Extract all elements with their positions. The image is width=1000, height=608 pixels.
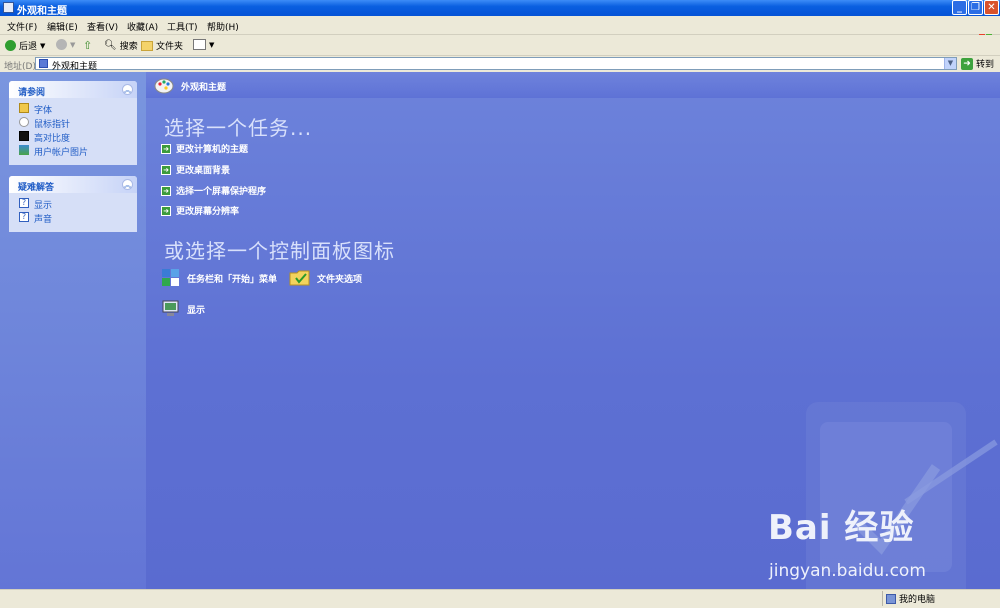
go-button[interactable]: ➜ 转到 xyxy=(961,57,994,70)
link-user-picture[interactable]: 用户帐户图片 xyxy=(9,143,137,158)
go-arrow-icon: ➜ xyxy=(961,57,973,70)
search-button[interactable]: 🔍︎ 搜索 xyxy=(104,39,138,52)
title-bar: 外观和主题 _ ❐ ✕ xyxy=(0,0,1000,17)
views-button[interactable]: ▼ xyxy=(193,39,214,50)
task-label: 更改屏幕分辨率 xyxy=(176,207,240,217)
status-bar: 我的电脑 xyxy=(0,589,1000,608)
task-arrow-icon: ➜ xyxy=(161,164,171,175)
views-icon xyxy=(193,39,206,50)
see-also-title: 请参阅 xyxy=(18,88,46,98)
up-button[interactable]: ⇧ xyxy=(83,39,92,52)
troubleshoot-title: 疑难解答 xyxy=(18,183,55,193)
task-arrow-icon: ➜ xyxy=(161,205,171,216)
display-label: 显示 xyxy=(187,305,206,316)
address-dropdown-icon[interactable]: ▼ xyxy=(944,58,956,69)
high-contrast-icon xyxy=(19,131,29,141)
task-screensaver[interactable]: ➜ 选择一个屏幕保护程序 xyxy=(161,184,266,197)
content-header: 外观和主题 xyxy=(146,72,1000,98)
mouse-icon xyxy=(19,117,29,127)
task-label: 更改计算机的主题 xyxy=(176,145,249,155)
control-panel-icon xyxy=(39,59,48,68)
see-also-header[interactable]: 请参阅 ︽ xyxy=(9,81,137,98)
baidu-watermark-logo: Bai 经验 xyxy=(768,508,915,548)
user-picture-icon xyxy=(19,145,29,155)
forward-arrow-icon xyxy=(56,39,67,50)
restore-button[interactable]: ❐ xyxy=(968,0,983,15)
folders-label: 文件夹 xyxy=(156,42,184,52)
folder-options-icon xyxy=(289,270,310,286)
link-sound-help[interactable]: ? 声音 xyxy=(9,210,137,225)
close-button[interactable]: ✕ xyxy=(984,0,999,15)
troubleshoot-panel: 疑难解答 ︽ ? 显示 ? 声音 xyxy=(9,176,137,232)
menu-file[interactable]: 文件(F) xyxy=(7,20,37,33)
menu-view[interactable]: 查看(V) xyxy=(87,20,118,33)
folders-button[interactable]: 文件夹 xyxy=(141,39,183,52)
collapse-chevron-icon[interactable]: ︽ xyxy=(122,84,133,95)
task-pane: 请参阅 ︽ 字体 鼠标指针 高对比度 用户帐户图片 疑难解答 ︽ ? 显示 ? … xyxy=(0,72,146,589)
window-title: 外观和主题 xyxy=(17,6,67,17)
dropdown-arrow-icon: ▼ xyxy=(40,41,46,50)
address-label: 地址(D) xyxy=(4,62,36,72)
go-label: 转到 xyxy=(976,60,995,70)
taskbar-start-menu-label: 任务栏和「开始」菜单 xyxy=(187,274,278,285)
up-folder-icon: ⇧ xyxy=(83,39,93,52)
back-button[interactable]: 后退 ▼ xyxy=(5,39,45,52)
menu-bar: 文件(F) 编辑(E) 查看(V) 收藏(A) 工具(T) 帮助(H) xyxy=(0,16,1000,45)
fonts-folder-icon xyxy=(19,103,29,113)
folder-options-label: 文件夹选项 xyxy=(317,274,363,285)
appearance-themes-icon xyxy=(154,78,174,94)
menu-favorites[interactable]: 收藏(A) xyxy=(127,20,158,33)
task-change-background[interactable]: ➜ 更改桌面背景 xyxy=(161,163,230,176)
search-icon: 🔍︎ xyxy=(104,40,117,51)
taskbar-start-menu-item[interactable]: 任务栏和「开始」菜单 xyxy=(161,268,277,288)
help-icon: ? xyxy=(19,198,29,208)
folder-options-item[interactable]: 文件夹选项 xyxy=(289,268,362,288)
menu-tools[interactable]: 工具(T) xyxy=(167,20,198,33)
folder-icon xyxy=(141,40,153,51)
link-display-help[interactable]: ? 显示 xyxy=(9,196,137,211)
back-arrow-icon xyxy=(5,40,16,51)
task-arrow-icon: ➜ xyxy=(161,185,171,196)
window-icon xyxy=(3,2,14,13)
baidu-watermark-url: jingyan.baidu.com xyxy=(769,561,926,581)
pick-task-heading: 选择一个任务... xyxy=(164,116,313,140)
link-mouse-pointers[interactable]: 鼠标指针 xyxy=(9,115,137,130)
status-divider xyxy=(882,591,883,606)
link-label: 用户帐户图片 xyxy=(34,148,89,158)
address-input[interactable]: 外观和主题 ▼ xyxy=(35,57,957,72)
search-label: 搜索 xyxy=(119,42,138,52)
dropdown-arrow-icon: ▼ xyxy=(70,40,76,49)
collapse-chevron-icon[interactable]: ︽ xyxy=(122,179,133,190)
minimize-button[interactable]: _ xyxy=(952,0,967,15)
main-content: 外观和主题 选择一个任务... ➜ 更改计算机的主题 ➜ 更改桌面背景 ➜ 选择… xyxy=(146,72,1000,589)
menu-help[interactable]: 帮助(H) xyxy=(207,20,239,33)
help-icon: ? xyxy=(19,212,29,222)
task-change-theme[interactable]: ➜ 更改计算机的主题 xyxy=(161,142,248,155)
task-arrow-icon: ➜ xyxy=(161,143,171,154)
taskbar-icon xyxy=(162,269,179,286)
link-fonts[interactable]: 字体 xyxy=(9,101,137,116)
display-icon xyxy=(162,300,179,316)
forward-button[interactable]: ▼ xyxy=(56,39,75,50)
link-label: 声音 xyxy=(34,215,53,225)
see-also-panel: 请参阅 ︽ 字体 鼠标指针 高对比度 用户帐户图片 xyxy=(9,81,137,165)
task-label: 更改桌面背景 xyxy=(176,166,231,176)
status-zone: 我的电脑 xyxy=(886,592,935,605)
troubleshoot-header[interactable]: 疑难解答 ︽ xyxy=(9,176,137,193)
display-item[interactable]: 显示 xyxy=(161,299,205,319)
my-computer-icon xyxy=(886,593,896,604)
content-header-title: 外观和主题 xyxy=(181,83,227,93)
address-value: 外观和主题 xyxy=(52,62,98,72)
task-label: 选择一个屏幕保护程序 xyxy=(176,187,267,197)
background-art xyxy=(806,402,998,589)
toolbar: 后退 ▼ ▼ ⇧ 🔍︎ 搜索 文件夹 ▼ xyxy=(0,35,1000,56)
task-screen-resolution[interactable]: ➜ 更改屏幕分辨率 xyxy=(161,204,239,217)
link-high-contrast[interactable]: 高对比度 xyxy=(9,129,137,144)
back-label: 后退 xyxy=(19,42,38,52)
dropdown-arrow-icon: ▼ xyxy=(209,40,215,49)
pick-icon-heading: 或选择一个控制面板图标 xyxy=(164,239,395,263)
status-zone-label: 我的电脑 xyxy=(899,595,936,605)
address-bar: 地址(D) 外观和主题 ▼ ➜ 转到 xyxy=(0,56,1000,72)
menu-edit[interactable]: 编辑(E) xyxy=(47,20,78,33)
